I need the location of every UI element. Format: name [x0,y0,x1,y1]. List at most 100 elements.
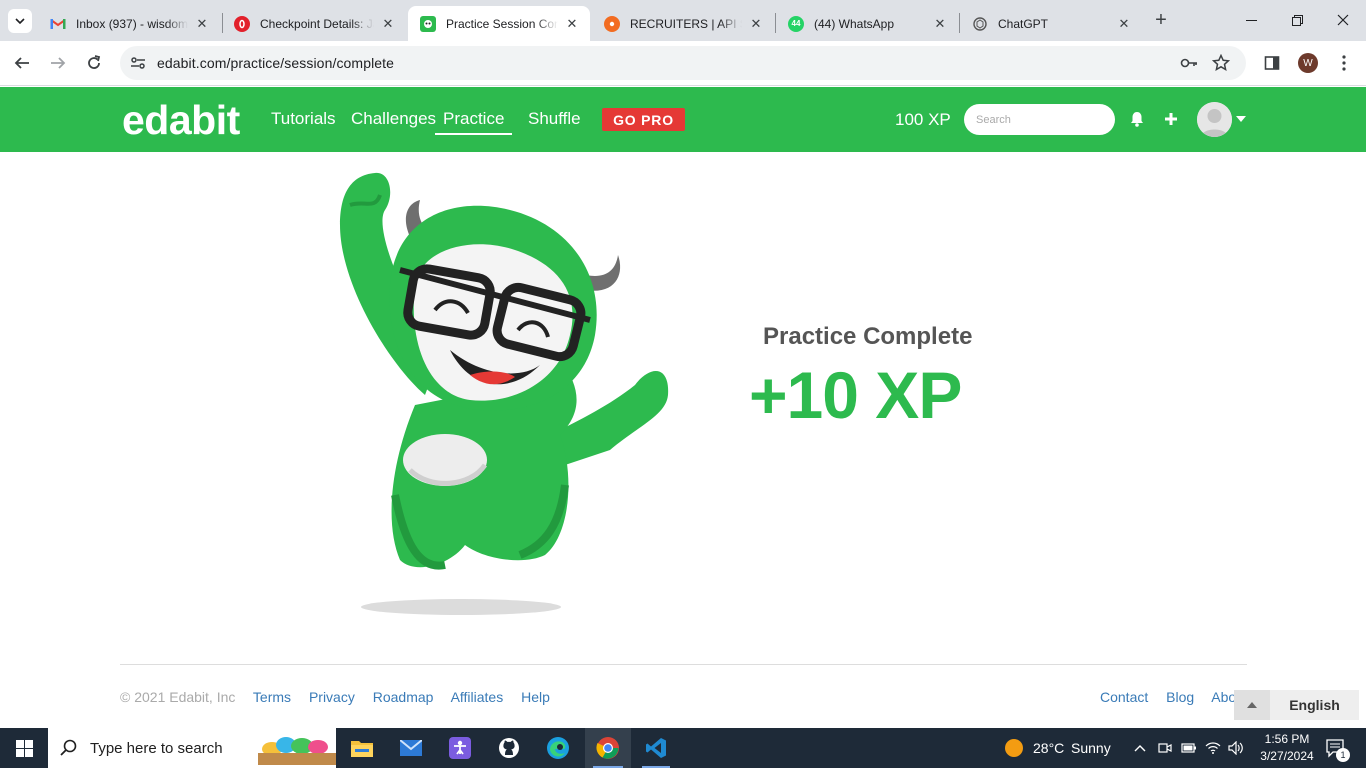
speaker-icon [1228,741,1243,755]
new-tab-button[interactable]: + [1150,9,1172,31]
start-button[interactable] [0,728,48,768]
site-header: edabit Tutorials Challenges Practice Shu… [0,87,1366,152]
footer-link-privacy[interactable]: Privacy [309,689,355,705]
footer-link-contact[interactable]: Contact [1100,689,1148,705]
windows-taskbar: Type here to search 28°C Sunny 1:56 PM 3… [0,728,1366,768]
close-tab-icon[interactable]: ✕ [932,16,948,32]
go-pro-button[interactable]: GO PRO [602,108,685,131]
tab-title: RECRUITERS | API Su [630,16,742,31]
reload-button[interactable] [81,50,107,76]
taskbar-search-box[interactable]: Type here to search [48,728,336,768]
forward-button[interactable] [45,50,71,76]
gmail-icon [50,16,66,32]
footer-link-help[interactable]: Help [521,689,550,705]
mail-icon [400,740,422,756]
chevron-up-icon [1134,745,1146,752]
whatsapp-icon: 44 [788,15,804,32]
close-tab-icon[interactable]: ✕ [194,16,210,32]
edge-icon [547,737,569,759]
tab-title: ChatGPT [998,16,1049,31]
weather-widget[interactable] [1000,728,1028,768]
tray-battery[interactable] [1179,728,1199,768]
tab-search-button[interactable] [8,9,32,33]
user-avatar[interactable] [1197,102,1232,137]
browser-toolbar: edabit.com/practice/session/complete W [0,41,1366,86]
recruiters-icon [604,15,620,32]
close-tab-icon[interactable]: ✕ [564,16,580,32]
footer-divider [120,664,1247,665]
chrome-icon [596,737,619,759]
tab-gmail[interactable]: Inbox (937) - wisdom ✕ [38,6,220,41]
key-icon[interactable] [1180,54,1198,72]
wifi-icon [1205,742,1221,754]
restore-icon [1291,14,1303,26]
nav-tutorials[interactable]: Tutorials [271,109,336,129]
xp-counter: 100 XP [895,110,951,129]
edabit-logo[interactable]: edabit [122,97,240,144]
footer-link-roadmap[interactable]: Roadmap [373,689,434,705]
close-tab-icon[interactable]: ✕ [1116,16,1132,32]
caret-up-icon[interactable] [1234,690,1270,720]
holi-colors-icon [258,737,336,765]
close-tab-icon[interactable]: ✕ [380,16,396,32]
footer-link-affiliates[interactable]: Affiliates [451,689,504,705]
tab-whatsapp[interactable]: 44 (44) WhatsApp ✕ [776,6,958,41]
taskbar-app-purple[interactable] [438,728,482,768]
sun-icon [1005,739,1023,757]
site-search-input[interactable] [964,104,1115,135]
back-button[interactable] [9,50,35,76]
tab-checkpoint[interactable]: Checkpoint Details: Ja ✕ [222,6,406,41]
taskbar-mail[interactable] [389,728,433,768]
nav-practice[interactable]: Practice [435,109,513,135]
user-menu-caret-icon[interactable] [1236,116,1246,122]
profile-button[interactable]: W [1296,51,1320,75]
plus-icon: + [1155,8,1167,31]
browser-menu-button[interactable] [1332,51,1356,75]
footer-link-terms[interactable]: Terms [253,689,291,705]
language-selector[interactable]: English [1234,690,1359,720]
weather-temperature: 28°C [1033,740,1065,756]
address-bar[interactable]: edabit.com/practice/session/complete [120,46,1246,80]
taskbar-file-explorer[interactable] [340,728,384,768]
taskbar-vscode[interactable] [634,728,678,768]
footer-link-about[interactable]: Abo [1211,689,1236,705]
tab-chatgpt[interactable]: ChatGPT ✕ [960,6,1142,41]
weather-condition: Sunny [1071,740,1111,756]
notification-count-badge: 1 [1336,748,1350,762]
github-icon [499,738,519,758]
minimize-button[interactable] [1228,0,1274,40]
side-panel-button[interactable] [1260,51,1284,75]
notification-center-button[interactable]: 1 [1322,728,1350,768]
accessibility-icon [449,737,471,759]
url-text: edabit.com/practice/session/complete [157,55,395,71]
opera-icon [234,15,250,32]
tray-meet-now[interactable] [1155,728,1175,768]
taskbar-clock[interactable]: 1:56 PM 3/27/2024 [1252,731,1322,765]
taskbar-chrome[interactable] [585,728,631,768]
tray-expand-button[interactable] [1130,728,1150,768]
tab-recruiters[interactable]: RECRUITERS | API Su ✕ [592,6,774,41]
create-button[interactable] [1159,107,1183,131]
footer-link-blog[interactable]: Blog [1166,689,1194,705]
folder-icon [351,741,373,757]
notifications-button[interactable] [1125,107,1149,131]
taskbar-edge[interactable] [536,728,580,768]
close-tab-icon[interactable]: ✕ [748,16,764,32]
user-icon [1197,102,1232,137]
nav-shuffle[interactable]: Shuffle [528,109,581,129]
tray-volume[interactable] [1226,728,1246,768]
taskbar-github[interactable] [487,728,531,768]
edabit-icon [420,15,436,32]
site-settings-icon[interactable] [130,55,146,71]
xp-gain-value: +10 XP [749,358,962,432]
side-panel-icon [1264,56,1280,70]
nav-challenges[interactable]: Challenges [351,109,436,129]
tab-practice-session[interactable]: Practice Session Com ✕ [408,6,590,41]
battery-icon [1181,743,1196,753]
close-window-button[interactable] [1320,0,1366,40]
vscode-icon [646,738,666,758]
tray-network[interactable] [1203,728,1223,768]
star-icon[interactable] [1212,54,1230,72]
avatar: W [1298,53,1318,73]
restore-button[interactable] [1274,0,1320,40]
